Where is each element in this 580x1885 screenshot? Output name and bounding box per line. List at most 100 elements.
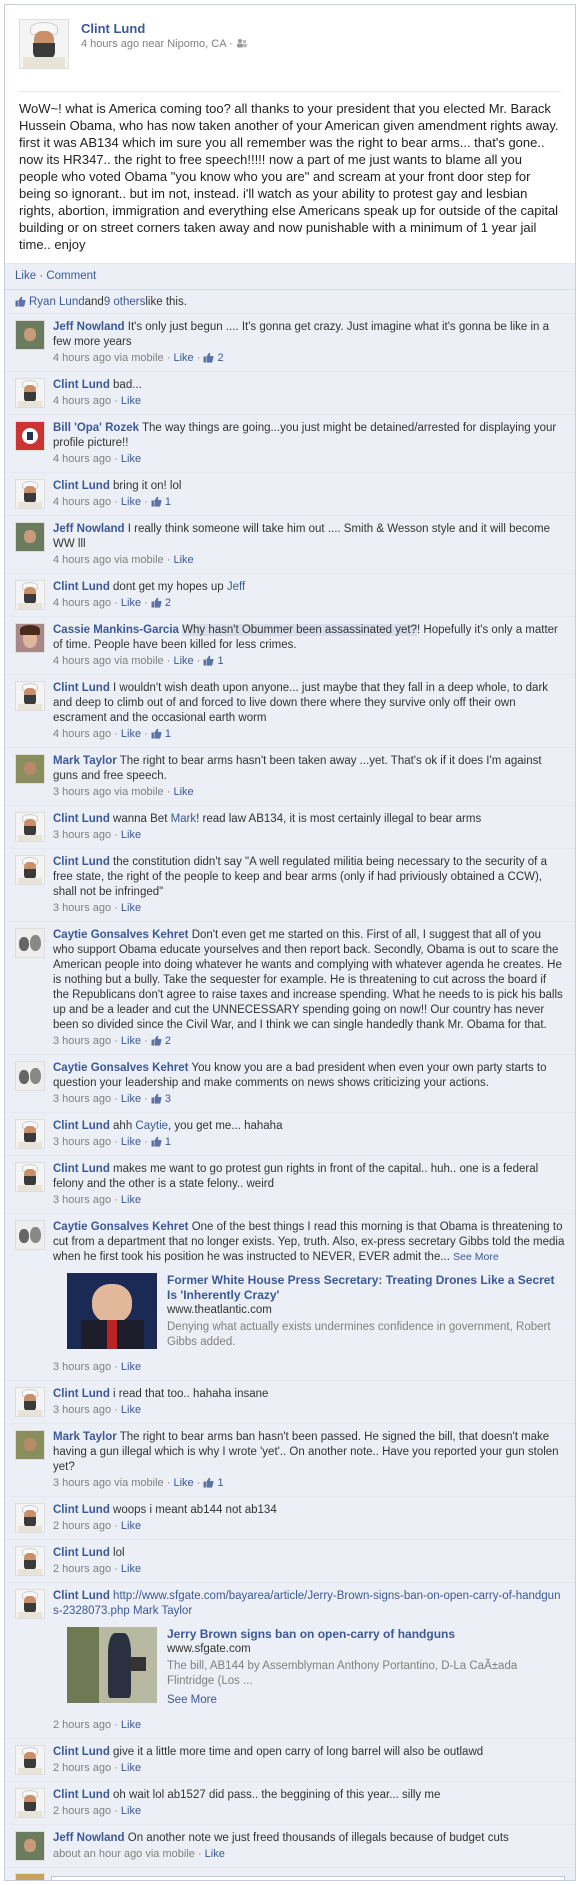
comment-like-link[interactable]: Like (121, 728, 141, 740)
likes-others-link[interactable]: 9 others (104, 296, 146, 308)
comment-like-link[interactable]: Like (121, 829, 141, 841)
commenter-name[interactable]: Clint Lund (53, 1590, 110, 1602)
comment-like-link[interactable]: Like (121, 902, 141, 914)
commenter-avatar[interactable] (15, 522, 45, 552)
post-author-avatar[interactable] (19, 19, 69, 69)
comment-like-count[interactable]: 1 (203, 1477, 224, 1489)
comment-like-link[interactable]: Like (173, 786, 193, 798)
commenter-avatar[interactable] (15, 1430, 45, 1460)
commenter-name[interactable]: Clint Lund (53, 480, 110, 492)
commenter-name[interactable]: Jeff Nowland (53, 523, 125, 535)
comment-like-count[interactable]: 2 (203, 352, 224, 364)
comment-like-link[interactable]: Like (121, 395, 141, 407)
commenter-name[interactable]: Clint Lund (53, 1163, 110, 1175)
commenter-name[interactable]: Clint Lund (53, 1789, 110, 1801)
comment-like-link[interactable]: Like (173, 554, 193, 566)
comment-like-count[interactable]: 3 (151, 1093, 171, 1105)
commenter-avatar[interactable] (15, 1546, 45, 1576)
commenter-name[interactable]: Clint Lund (53, 1388, 110, 1400)
commenter-avatar[interactable] (15, 1589, 45, 1619)
commenter-name[interactable]: Mark Taylor (53, 1431, 117, 1443)
comment-like-link[interactable]: Like (121, 496, 141, 508)
like-link[interactable]: Like (15, 270, 36, 282)
comment-like-count[interactable]: 1 (151, 728, 171, 740)
commenter-avatar[interactable] (15, 1745, 45, 1775)
see-more-link[interactable]: See More (453, 1251, 499, 1263)
commenter-avatar[interactable] (15, 754, 45, 784)
commenter-avatar[interactable] (15, 623, 45, 653)
link-attachment[interactable]: Former White House Press Secretary: Trea… (67, 1273, 565, 1350)
commenter-name[interactable]: Clint Lund (53, 581, 110, 593)
commenter-avatar[interactable] (15, 421, 45, 451)
comment-link[interactable]: Caytie (135, 1120, 168, 1132)
attachment-thumbnail[interactable] (67, 1627, 157, 1703)
commenter-name[interactable]: Clint Lund (53, 1746, 110, 1758)
comment-like-link[interactable]: Like (121, 1762, 141, 1774)
comment-like-link[interactable]: Like (121, 1093, 141, 1105)
commenter-avatar[interactable] (15, 1831, 45, 1861)
comment-link[interactable]: Comment (46, 270, 96, 282)
comment-like-link[interactable]: Like (173, 352, 193, 364)
comment-like-link[interactable]: Like (121, 1404, 141, 1416)
comment-like-count[interactable]: 2 (151, 1035, 171, 1047)
link-attachment[interactable]: Jerry Brown signs ban on open-carry of h… (67, 1627, 565, 1708)
commenter-avatar[interactable] (15, 479, 45, 509)
comment-like-link[interactable]: Like (121, 597, 141, 609)
comment-like-link[interactable]: Like (121, 1136, 141, 1148)
commenter-name[interactable]: Clint Lund (53, 379, 110, 391)
commenter-avatar[interactable] (15, 580, 45, 610)
comment-link[interactable]: Mark (171, 813, 197, 825)
commenter-name[interactable]: Mark Taylor (53, 755, 117, 767)
comment-like-link[interactable]: Like (121, 1520, 141, 1532)
comment-like-link[interactable]: Like (121, 1805, 141, 1817)
comment-like-link[interactable]: Like (121, 1194, 141, 1206)
commenter-avatar[interactable] (15, 681, 45, 711)
comment-like-count[interactable]: 2 (151, 597, 171, 609)
comment-like-count[interactable]: 1 (151, 1136, 171, 1148)
commenter-avatar[interactable] (15, 1387, 45, 1417)
commenter-name[interactable]: Jeff Nowland (53, 321, 125, 333)
comment-link-2[interactable]: Mark Taylor (133, 1605, 192, 1617)
comment-like-link[interactable]: Like (173, 655, 193, 667)
commenter-name[interactable]: Caytie Gonsalves Kehret (53, 1062, 189, 1074)
comment-like-link[interactable]: Like (205, 1848, 225, 1860)
commenter-avatar[interactable] (15, 1162, 45, 1192)
commenter-name[interactable]: Cassie Mankins-Garcia (53, 624, 179, 636)
commenter-avatar[interactable] (15, 320, 45, 350)
commenter-avatar[interactable] (15, 378, 45, 408)
comment-like-link[interactable]: Like (121, 1035, 141, 1047)
comment-link[interactable]: Jeff (227, 581, 245, 593)
comment-like-link[interactable]: Like (121, 1361, 141, 1373)
comment-like-link[interactable]: Like (121, 1719, 141, 1731)
commenter-name[interactable]: Clint Lund (53, 856, 110, 868)
commenter-name[interactable]: Caytie Gonsalves Kehret (53, 929, 189, 941)
comment-like-link[interactable]: Like (121, 453, 141, 465)
post-author-name[interactable]: Clint Lund (81, 21, 248, 36)
comment-like-link[interactable]: Like (173, 1477, 193, 1489)
commenter-avatar[interactable] (15, 1061, 45, 1091)
comment-like-count[interactable]: 1 (151, 496, 171, 508)
comment-like-count[interactable]: 1 (203, 655, 224, 667)
attachment-see-more[interactable]: See More (167, 1693, 565, 1708)
commenter-avatar[interactable] (15, 1119, 45, 1149)
liker-name[interactable]: Ryan Lund (29, 296, 85, 308)
commenter-avatar[interactable] (15, 928, 45, 958)
commenter-avatar[interactable] (15, 1788, 45, 1818)
commenter-name[interactable]: Caytie Gonsalves Kehret (53, 1221, 189, 1233)
commenter-name[interactable]: Clint Lund (53, 813, 110, 825)
commenter-name[interactable]: Clint Lund (53, 1504, 110, 1516)
attachment-title[interactable]: Jerry Brown signs ban on open-carry of h… (167, 1627, 565, 1642)
commenter-avatar[interactable] (15, 1220, 45, 1250)
comment-input[interactable] (51, 1876, 565, 1880)
attachment-thumbnail[interactable] (67, 1273, 157, 1349)
commenter-name[interactable]: Bill 'Opa' Rozek (53, 422, 139, 434)
commenter-name[interactable]: Jeff Nowland (53, 1832, 125, 1844)
commenter-name[interactable]: Clint Lund (53, 682, 110, 694)
commenter-avatar[interactable] (15, 855, 45, 885)
commenter-avatar[interactable] (15, 812, 45, 842)
comment-like-link[interactable]: Like (121, 1563, 141, 1575)
attachment-title[interactable]: Former White House Press Secretary: Trea… (167, 1273, 565, 1303)
commenter-name[interactable]: Clint Lund (53, 1120, 110, 1132)
commenter-avatar[interactable] (15, 1503, 45, 1533)
commenter-name[interactable]: Clint Lund (53, 1547, 110, 1559)
